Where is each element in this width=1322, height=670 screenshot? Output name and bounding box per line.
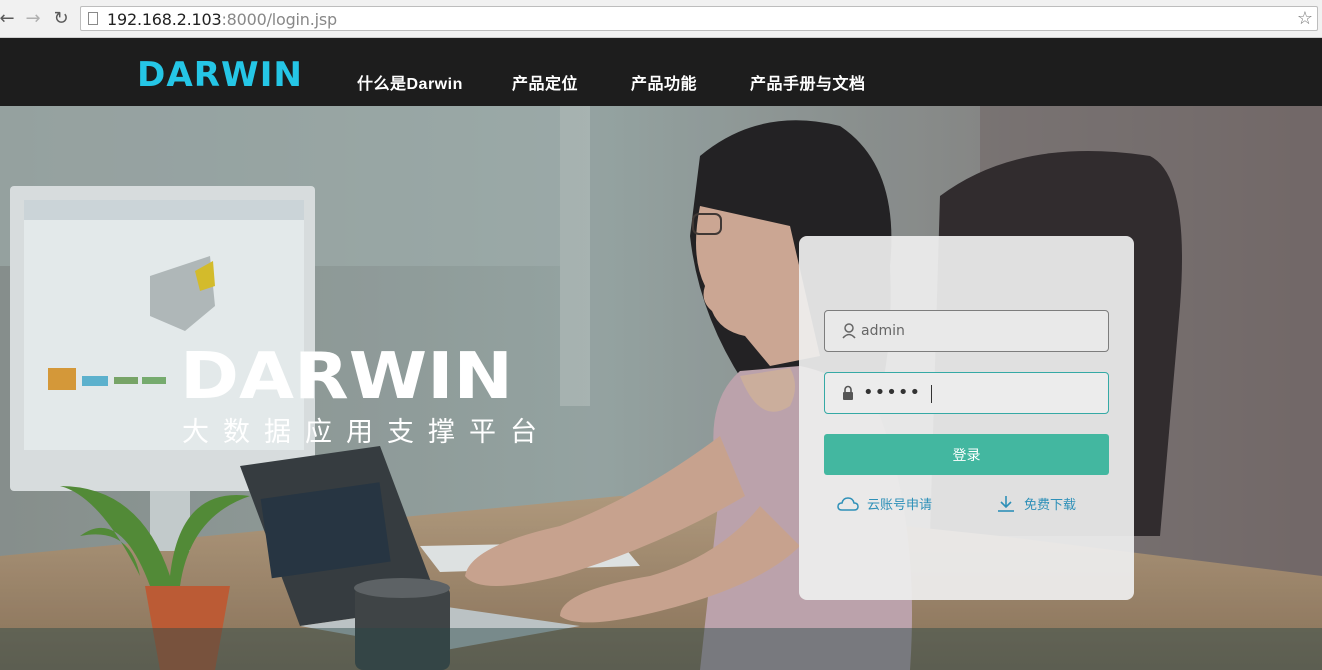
forward-arrow-icon[interactable]: → [22,7,44,29]
text-caret [931,385,932,403]
address-url[interactable]: 192.168.2.103:8000/login.jsp [107,10,337,29]
bottom-strip [0,628,1322,670]
download-icon [998,495,1014,512]
password-input[interactable]: ••••• [863,382,921,403]
free-download-label: 免费下载 [1024,498,1077,513]
user-icon [842,323,856,339]
free-download-link[interactable]: 免费下载 [996,494,1076,513]
nav-what-is-darwin[interactable]: 什么是Darwin [357,70,463,94]
nav-product-positioning[interactable]: 产品定位 [512,70,578,94]
back-arrow-icon[interactable]: ← [0,7,18,29]
browser-toolbar: ← → ↻ 192.168.2.103:8000/login.jsp ☆ [0,0,1322,38]
logo-text: DARWIN [137,56,303,90]
password-field[interactable]: ••••• [824,372,1109,414]
cloud-icon [837,496,859,511]
address-bar[interactable]: 192.168.2.103:8000/login.jsp ☆ [80,6,1318,31]
nav-manuals-docs[interactable]: 产品手册与文档 [750,70,866,94]
site-header: DARWIN 什么是Darwin 产品定位 产品功能 产品手册与文档 [0,38,1322,106]
cloud-account-apply-label: 云账号申请 [867,498,933,513]
username-field[interactable] [824,310,1109,352]
darwin-logo[interactable]: DARWIN [137,56,305,90]
login-button[interactable]: 登录 [824,434,1109,475]
reload-icon[interactable]: ↻ [50,7,72,29]
nav-product-features[interactable]: 产品功能 [631,70,697,94]
username-input[interactable] [861,311,1101,351]
lock-icon [843,385,853,400]
login-panel: ••••• 登录 云账号申请 免费下载 [799,236,1134,600]
bookmark-star-icon[interactable]: ☆ [1297,8,1313,29]
url-host: 192.168.2.103 [107,10,222,29]
url-path: :8000/login.jsp [221,10,337,29]
hero-brand-text: DARWIN [180,340,513,402]
cloud-account-apply-link[interactable]: 云账号申请 [837,494,932,513]
page-icon [88,12,98,25]
hero-darwin-wordmark: DARWIN [180,340,513,402]
hero-tagline: 大数据应用支撑平台 [182,417,551,448]
